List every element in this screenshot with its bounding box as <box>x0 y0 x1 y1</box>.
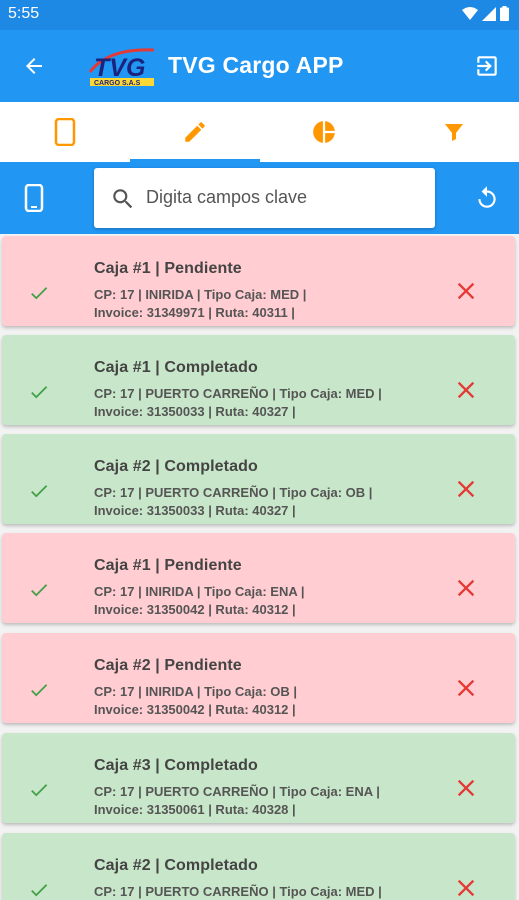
logo-text: TVG <box>94 54 145 82</box>
close-icon <box>457 779 475 797</box>
delete-button[interactable] <box>451 773 481 803</box>
app-bar: TVG CARGO S.A.S TVG Cargo APP <box>0 30 519 102</box>
card-title: Caja #1 | Pendiente <box>94 557 242 574</box>
close-icon <box>457 381 475 399</box>
logout-button[interactable] <box>467 46 507 86</box>
card-detail: CP: 17 | PUERTO CARREÑO | Tipo Caja: MED… <box>94 884 382 899</box>
search-box[interactable] <box>94 168 435 228</box>
list-item[interactable]: Caja #2 | Completado CP: 17 | PUERTO CAR… <box>2 434 515 524</box>
phone-icon <box>24 184 44 212</box>
card-invoice: Invoice: 31350061 | Ruta: 40328 | <box>94 802 296 817</box>
card-invoice: Invoice: 31350033 | Ruta: 40327 | <box>94 503 296 518</box>
close-icon <box>457 679 475 697</box>
tab-stats[interactable] <box>260 102 390 162</box>
tab-edit[interactable] <box>129 102 260 162</box>
check-icon[interactable] <box>26 579 52 601</box>
card-title: Caja #1 | Pendiente <box>94 260 242 277</box>
check-icon[interactable] <box>26 679 52 701</box>
close-icon <box>457 579 475 597</box>
filter-icon <box>445 124 464 141</box>
signal-icon <box>482 6 496 21</box>
back-button[interactable] <box>14 46 54 86</box>
card-title: Caja #1 | Completado <box>94 359 258 376</box>
search-bar <box>0 162 519 234</box>
arrow-left-icon <box>26 58 42 74</box>
card-invoice: Invoice: 31349971 | Ruta: 40311 | <box>94 305 295 320</box>
close-icon <box>457 879 475 897</box>
list-item[interactable]: Caja #1 | Completado CP: 17 | PUERTO CAR… <box>2 335 515 425</box>
check-icon[interactable] <box>26 282 52 304</box>
search-icon <box>113 189 133 209</box>
card-invoice: Invoice: 31350042 | Ruta: 40312 | <box>94 702 296 717</box>
device-button[interactable] <box>14 178 54 218</box>
delete-button[interactable] <box>451 276 481 306</box>
status-icons <box>462 6 509 21</box>
search-input[interactable] <box>146 180 426 214</box>
refresh-icon <box>478 186 496 208</box>
tab-bar <box>0 102 519 162</box>
card-detail: CP: 17 | INIRIDA | Tipo Caja: ENA | <box>94 584 305 599</box>
delete-button[interactable] <box>451 375 481 405</box>
card-title: Caja #2 | Pendiente <box>94 657 242 674</box>
card-title: Caja #3 | Completado <box>94 757 258 774</box>
logo-subtext: CARGO S.A.S <box>94 80 141 87</box>
tvg-logo: TVG CARGO S.A.S <box>88 48 155 87</box>
close-icon <box>457 282 475 300</box>
tab-filter[interactable] <box>389 102 519 162</box>
card-detail: CP: 17 | PUERTO CARREÑO | Tipo Caja: OB … <box>94 485 373 500</box>
delete-button[interactable] <box>451 474 481 504</box>
logout-icon <box>477 56 497 76</box>
phone-icon <box>54 118 76 146</box>
card-invoice: Invoice: 31350033 | Ruta: 40327 | <box>94 404 296 419</box>
delete-button[interactable] <box>451 673 481 703</box>
card-invoice: Invoice: 31350042 | Ruta: 40312 | <box>94 602 296 617</box>
edit-icon <box>184 122 205 142</box>
tab-devices[interactable] <box>0 102 130 162</box>
card-detail: CP: 17 | INIRIDA | Tipo Caja: OB | <box>94 684 298 699</box>
pie-chart-icon <box>313 121 336 143</box>
status-bar: 5:55 <box>0 0 519 30</box>
list-item[interactable]: Caja #1 | Pendiente CP: 17 | INIRIDA | T… <box>2 533 515 623</box>
list-item[interactable]: Caja #1 | Pendiente CP: 17 | INIRIDA | T… <box>2 236 515 326</box>
check-icon[interactable] <box>26 879 52 900</box>
status-time: 5:55 <box>8 5 40 22</box>
card-detail: CP: 17 | INIRIDA | Tipo Caja: MED | <box>94 287 307 302</box>
card-detail: CP: 17 | PUERTO CARREÑO | Tipo Caja: ENA… <box>94 784 380 799</box>
check-icon[interactable] <box>26 381 52 403</box>
list-item[interactable]: Caja #2 | Completado CP: 17 | PUERTO CAR… <box>2 833 515 900</box>
wifi-icon <box>462 6 478 20</box>
check-icon[interactable] <box>26 779 52 801</box>
refresh-button[interactable] <box>467 178 507 218</box>
card-title: Caja #2 | Completado <box>94 857 258 874</box>
list-item[interactable]: Caja #3 | Completado CP: 17 | PUERTO CAR… <box>2 733 515 823</box>
delete-button[interactable] <box>451 573 481 603</box>
card-detail: CP: 17 | PUERTO CARREÑO | Tipo Caja: MED… <box>94 386 382 401</box>
battery-icon <box>500 6 509 21</box>
close-icon <box>457 480 475 498</box>
delete-button[interactable] <box>451 873 481 900</box>
card-title: Caja #2 | Completado <box>94 458 258 475</box>
list-item[interactable]: Caja #2 | Pendiente CP: 17 | INIRIDA | T… <box>2 633 515 723</box>
check-icon[interactable] <box>26 480 52 502</box>
app-title: TVG Cargo APP <box>168 52 344 78</box>
